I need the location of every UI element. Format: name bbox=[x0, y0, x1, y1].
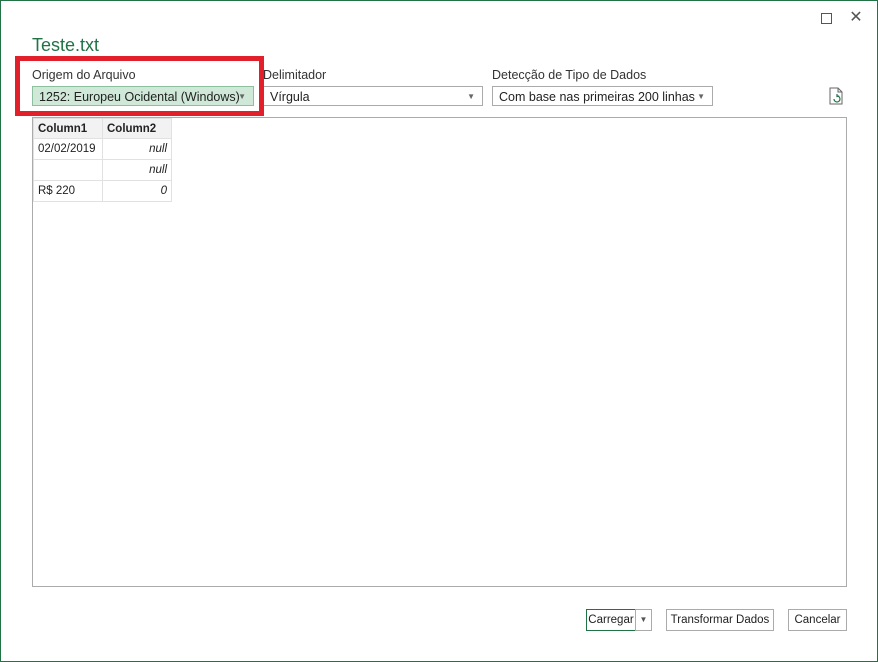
table-row: R$ 220 0 bbox=[33, 180, 172, 202]
column-header: Column2 bbox=[102, 118, 172, 139]
chevron-down-icon: ▼ bbox=[467, 92, 475, 101]
table-cell: 0 bbox=[102, 180, 172, 202]
refresh-icon[interactable] bbox=[828, 87, 844, 105]
data-preview-panel: Column1 Column2 02/02/2019 null null R$ … bbox=[32, 117, 847, 587]
table-header-row: Column1 Column2 bbox=[33, 118, 172, 139]
dialog-window: ✕ Teste.txt Origem do Arquivo 1252: Euro… bbox=[0, 0, 878, 662]
chevron-down-icon: ▼ bbox=[238, 92, 246, 101]
chevron-down-icon: ▼ bbox=[697, 92, 705, 101]
detection-dropdown[interactable]: Com base nas primeiras 200 linhas ▼ bbox=[492, 86, 713, 106]
load-button[interactable]: Carregar bbox=[586, 609, 636, 631]
file-origin-label: Origem do Arquivo bbox=[32, 68, 136, 82]
delimiter-value: Vírgula bbox=[270, 90, 310, 104]
detection-label: Detecção de Tipo de Dados bbox=[492, 68, 647, 82]
table-cell: 02/02/2019 bbox=[33, 138, 103, 160]
transform-data-button[interactable]: Transformar Dados bbox=[666, 609, 774, 631]
table-cell: null bbox=[102, 138, 172, 160]
detection-value: Com base nas primeiras 200 linhas bbox=[499, 90, 695, 104]
load-options-chevron-icon[interactable]: ▼ bbox=[635, 609, 652, 631]
delimiter-dropdown[interactable]: Vírgula ▼ bbox=[263, 86, 483, 106]
cancel-button[interactable]: Cancelar bbox=[788, 609, 847, 631]
table-row: null bbox=[33, 159, 172, 181]
preview-table: Column1 Column2 02/02/2019 null null R$ … bbox=[33, 118, 172, 202]
table-cell bbox=[33, 159, 103, 181]
table-cell: null bbox=[102, 159, 172, 181]
file-origin-dropdown[interactable]: 1252: Europeu Ocidental (Windows) ▼ bbox=[32, 86, 254, 106]
table-cell: R$ 220 bbox=[33, 180, 103, 202]
maximize-icon[interactable] bbox=[817, 9, 835, 27]
file-origin-value: 1252: Europeu Ocidental (Windows) bbox=[39, 90, 240, 104]
table-row: 02/02/2019 null bbox=[33, 138, 172, 160]
delimiter-label: Delimitador bbox=[263, 68, 327, 82]
column-header: Column1 bbox=[33, 118, 103, 139]
dialog-title: Teste.txt bbox=[32, 35, 100, 55]
close-icon[interactable]: ✕ bbox=[847, 9, 865, 27]
